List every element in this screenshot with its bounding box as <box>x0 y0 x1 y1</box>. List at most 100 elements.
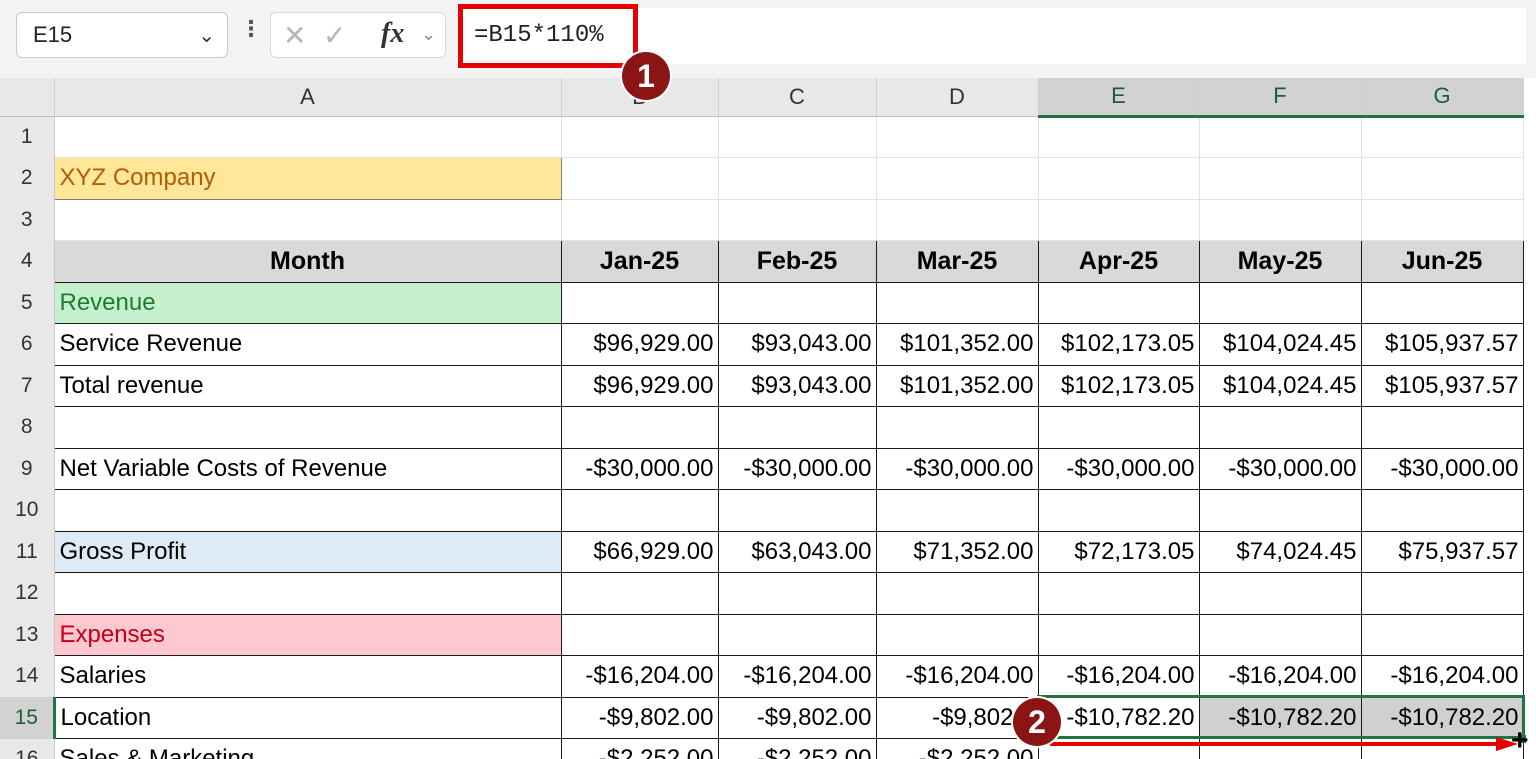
value-cell[interactable]: $96,929.00 <box>560 323 719 366</box>
cell[interactable] <box>1360 406 1524 449</box>
value-cell[interactable]: $101,352.00 <box>875 364 1039 407</box>
cell[interactable] <box>717 613 877 656</box>
insert-function-icon[interactable]: fx <box>381 18 404 50</box>
cell[interactable] <box>1361 157 1524 200</box>
cell[interactable] <box>560 572 719 615</box>
row-header[interactable]: 10 <box>0 489 55 531</box>
value-cell[interactable]: -$16,204.00 <box>717 655 877 698</box>
value-cell[interactable]: $102,173.05 <box>1037 364 1200 407</box>
row-label[interactable]: Sales & Marketing <box>53 738 562 759</box>
row-label[interactable]: Service Revenue <box>53 323 562 366</box>
value-cell[interactable]: -$30,000.00 <box>875 447 1039 490</box>
row-header[interactable]: 5 <box>0 282 55 324</box>
cell[interactable] <box>53 489 562 532</box>
value-cell[interactable]: $96,929.00 <box>560 364 719 407</box>
month-cell[interactable]: Jan-25 <box>560 240 719 283</box>
value-cell[interactable]: -$16,204.00 <box>875 655 1039 698</box>
value-cell[interactable]: $63,043.00 <box>717 530 877 573</box>
cell[interactable] <box>1361 116 1524 158</box>
value-cell[interactable]: $101,352.00 <box>875 323 1039 366</box>
value-cell[interactable]: -$30,000.00 <box>1360 447 1524 490</box>
column-header-a[interactable]: A <box>54 78 562 117</box>
cell[interactable] <box>718 199 877 241</box>
chevron-down-icon[interactable]: ⌄ <box>421 24 436 45</box>
cell[interactable] <box>560 281 719 324</box>
row-header[interactable]: 1 <box>0 116 55 158</box>
select-all-corner[interactable] <box>0 78 55 117</box>
cell[interactable] <box>1199 116 1362 158</box>
cell[interactable] <box>718 157 877 200</box>
column-header-f[interactable]: F <box>1199 78 1362 118</box>
cell[interactable] <box>717 281 877 324</box>
value-cell[interactable]: -$16,204.00 <box>1198 655 1362 698</box>
value-cell[interactable]: $104,024.45 <box>1198 364 1362 407</box>
cell[interactable] <box>718 116 877 158</box>
cell[interactable] <box>875 613 1039 656</box>
month-cell[interactable]: Mar-25 <box>875 240 1039 283</box>
value-cell[interactable]: $105,937.57 <box>1360 364 1524 407</box>
cell[interactable] <box>1198 613 1362 656</box>
value-cell[interactable]: -$16,204.00 <box>1037 655 1200 698</box>
month-cell[interactable]: Feb-25 <box>717 240 877 283</box>
value-cell[interactable]: $74,024.45 <box>1198 530 1362 573</box>
value-cell[interactable]: $75,937.57 <box>1360 530 1524 573</box>
row-label[interactable]: Total revenue <box>53 364 562 407</box>
column-header-g[interactable]: G <box>1361 78 1524 118</box>
cell[interactable] <box>717 489 877 532</box>
cell[interactable] <box>1037 406 1200 449</box>
month-cell[interactable]: Apr-25 <box>1037 240 1200 283</box>
value-cell[interactable]: $72,173.05 <box>1037 530 1200 573</box>
cell[interactable] <box>1038 157 1200 200</box>
row-header[interactable]: 9 <box>0 448 55 490</box>
value-cell[interactable]: -$16,204.00 <box>560 655 719 698</box>
enter-check-icon[interactable]: ✓ <box>323 19 346 52</box>
cell[interactable] <box>561 157 719 200</box>
value-cell[interactable]: $66,929.00 <box>560 530 719 573</box>
value-cell[interactable]: $102,173.05 <box>1037 323 1200 366</box>
value-cell[interactable]: -$16,204.00 <box>1360 655 1524 698</box>
row-header[interactable]: 15 <box>0 697 56 739</box>
cell[interactable] <box>1038 199 1200 241</box>
row-header[interactable]: 7 <box>0 365 55 407</box>
cell[interactable] <box>875 572 1039 615</box>
column-header-e[interactable]: E <box>1038 78 1200 118</box>
cell[interactable] <box>1198 281 1362 324</box>
chevron-down-icon[interactable]: ⌄ <box>198 23 215 48</box>
value-cell[interactable]: $93,043.00 <box>717 323 877 366</box>
row-header[interactable]: 2 <box>0 157 55 199</box>
row-label[interactable]: Gross Profit <box>53 530 562 573</box>
row-label[interactable]: Location <box>53 696 562 739</box>
cell[interactable] <box>53 572 562 615</box>
cell[interactable] <box>876 157 1039 200</box>
month-cell[interactable]: May-25 <box>1198 240 1362 283</box>
cell[interactable] <box>53 406 562 449</box>
row-header[interactable]: 8 <box>0 406 55 448</box>
cell[interactable] <box>1198 572 1362 615</box>
month-header-cell[interactable]: Month <box>53 240 562 283</box>
column-header-c[interactable]: C <box>718 78 877 117</box>
row-label[interactable]: Salaries <box>53 655 562 698</box>
cell[interactable] <box>1360 489 1524 532</box>
value-cell[interactable]: -$9,802.00 <box>717 696 877 739</box>
row-header[interactable]: 16 <box>0 738 55 759</box>
cell[interactable] <box>1360 613 1524 656</box>
value-cell[interactable]: -$9,802.00 <box>560 696 719 739</box>
value-cell[interactable]: -$30,000.00 <box>1037 447 1200 490</box>
value-cell[interactable]: $105,937.57 <box>1360 323 1524 366</box>
cell[interactable] <box>717 406 877 449</box>
more-options-icon[interactable]: ⋮ <box>240 16 262 42</box>
row-header[interactable]: 11 <box>0 531 55 573</box>
cell[interactable] <box>561 199 719 241</box>
cell[interactable] <box>1199 199 1362 241</box>
cell[interactable] <box>560 406 719 449</box>
value-cell[interactable]: $93,043.00 <box>717 364 877 407</box>
value-cell[interactable]: $71,352.00 <box>875 530 1039 573</box>
cell[interactable] <box>1198 489 1362 532</box>
value-cell[interactable]: -$30,000.00 <box>560 447 719 490</box>
row-header[interactable]: 14 <box>0 655 55 697</box>
cell[interactable] <box>1037 613 1200 656</box>
month-cell[interactable]: Jun-25 <box>1360 240 1524 283</box>
cell[interactable] <box>561 116 719 158</box>
row-label[interactable]: Net Variable Costs of Revenue <box>53 447 562 490</box>
cell[interactable] <box>875 489 1039 532</box>
